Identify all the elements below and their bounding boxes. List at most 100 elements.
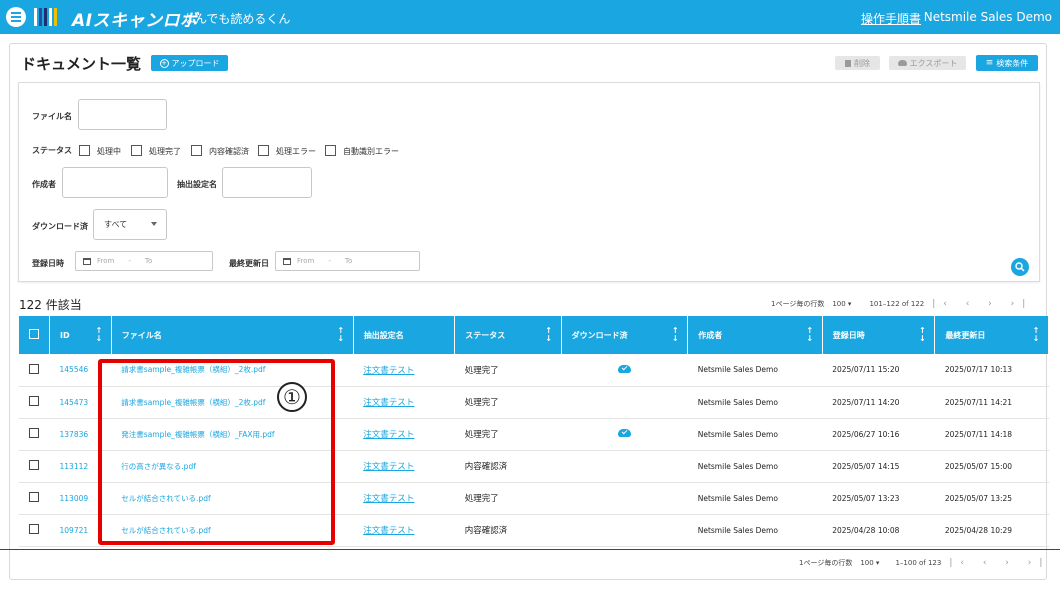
column-header-label: 登録日時: [832, 330, 865, 340]
row-status: 処理完了: [454, 386, 562, 419]
downloaded-select[interactable]: すべて: [93, 209, 167, 240]
status-checkbox-confirmed[interactable]: [191, 145, 202, 156]
row-status: 内容確認済: [454, 514, 562, 547]
creator-input[interactable]: [62, 167, 168, 198]
user-name: Netsmile Sales Demo: [923, 10, 1052, 24]
row-status: 内容確認済: [454, 450, 562, 483]
row-checkbox[interactable]: [29, 524, 39, 534]
sort-arrows-icon[interactable]: ↑ ↓: [337, 327, 345, 343]
creator-label: 作成者: [32, 180, 56, 189]
rows-per-page-select[interactable]: 100 ▾: [832, 300, 851, 308]
column-header-id[interactable]: ID ↑ ↓: [49, 316, 112, 354]
row-registered: 2025/05/07 13:23: [822, 482, 935, 515]
row-updated: 2025/05/07 15:00: [934, 450, 1049, 483]
status-checkbox-processing[interactable]: [79, 145, 90, 156]
column-header-creator[interactable]: 作成者 ↑ ↓: [687, 316, 823, 354]
sort-arrows-icon[interactable]: ↑ ↓: [1032, 327, 1040, 343]
sort-arrows-icon[interactable]: ↑ ↓: [95, 327, 103, 343]
rows-per-page-value: 100: [860, 559, 874, 567]
row-select-cell[interactable]: [19, 450, 50, 483]
status-checkbox-completed[interactable]: [131, 145, 142, 156]
export-button[interactable]: エクスポート: [889, 56, 966, 70]
cloud-check-icon: [617, 364, 631, 373]
extraction-setting-label: 抽出設定名: [177, 180, 217, 189]
status-option-completed: 処理完了: [149, 147, 181, 156]
row-updated: 2025/05/07 13:25: [934, 482, 1049, 515]
page-range: 1–100 of 123: [895, 559, 942, 567]
page-title: ドキュメント一覧: [21, 55, 142, 73]
row-creator: Netsmile Sales Demo: [687, 354, 823, 387]
registered-to: To: [144, 257, 153, 265]
top-bar: AIスキャンロボ なんでも読めるくん 操作手順書 Netsmile Sales …: [0, 0, 1060, 34]
result-count: 122 件該当: [19, 298, 82, 312]
column-header-updated[interactable]: 最終更新日 ↑ ↓: [934, 316, 1049, 354]
search-button[interactable]: [1011, 258, 1029, 276]
row-extraction-setting[interactable]: 注文書テスト: [353, 386, 455, 419]
row-downloaded: [561, 514, 688, 547]
row-select-cell[interactable]: [19, 386, 50, 419]
row-updated: 2025/07/17 10:13: [934, 354, 1049, 387]
status-label: ステータス: [32, 146, 72, 155]
page-range: 101–122 of 122: [869, 300, 925, 308]
search-conditions-button[interactable]: ≡ 検索条件: [976, 55, 1038, 71]
search-icon: [1015, 262, 1025, 272]
select-all-checkbox[interactable]: [29, 329, 39, 339]
registered-date-range[interactable]: From - To: [75, 251, 213, 271]
sort-arrows-icon[interactable]: ↑ ↓: [918, 327, 926, 343]
status-checkbox-error[interactable]: [258, 145, 269, 156]
registered-label: 登録日時: [32, 259, 64, 268]
row-extraction-setting[interactable]: 注文書テスト: [353, 354, 455, 387]
brand-name: AIスキャンロボ: [72, 11, 198, 31]
rows-per-page-select[interactable]: 100 ▾: [860, 559, 879, 567]
row-select-cell[interactable]: [19, 418, 50, 451]
delete-button[interactable]: 削除: [835, 56, 880, 70]
row-select-cell[interactable]: [19, 354, 50, 387]
upload-label: アップロード: [171, 58, 220, 68]
upload-button[interactable]: + アップロード: [151, 55, 228, 71]
sort-arrows-icon[interactable]: ↑ ↓: [806, 327, 814, 343]
manual-link[interactable]: 操作手順書: [861, 10, 921, 27]
search-conditions-label: 検索条件: [996, 58, 1029, 68]
row-select-cell[interactable]: [19, 514, 50, 547]
sort-arrows-icon[interactable]: ↑ ↓: [671, 327, 679, 343]
hamburger-menu-icon[interactable]: [6, 7, 26, 27]
row-extraction-setting[interactable]: 注文書テスト: [353, 482, 455, 515]
column-header-status[interactable]: ステータス ↑ ↓: [454, 316, 562, 354]
status-option-auto-id-error: 自動識別エラー: [343, 147, 399, 156]
bottom-pager: 1ページ毎の行数 100 ▾ 1–100 of 123 |‹ ‹ › ›|: [799, 558, 1050, 568]
status-checkbox-auto-id-error[interactable]: [325, 145, 336, 156]
pagination-nav-icons[interactable]: |‹ ‹ › ›|: [932, 299, 1033, 309]
row-extraction-setting[interactable]: 注文書テスト: [353, 450, 455, 483]
calendar-icon: [83, 257, 91, 265]
column-header-setting[interactable]: 抽出設定名: [353, 316, 456, 354]
select-all-header[interactable]: [19, 316, 50, 354]
file-name-input[interactable]: [78, 99, 167, 130]
registered-range-sep: -: [128, 257, 131, 265]
caret-down-icon: [151, 222, 157, 226]
row-registered: 2025/07/11 15:20: [822, 354, 935, 387]
row-checkbox[interactable]: [29, 396, 39, 406]
column-header-label: 抽出設定名: [363, 330, 404, 340]
column-header-label: ID: [60, 330, 70, 340]
column-header-filename[interactable]: ファイル名 ↑ ↓: [111, 316, 354, 354]
row-select-cell[interactable]: [19, 482, 50, 515]
row-checkbox[interactable]: [29, 363, 39, 374]
sort-arrows-icon[interactable]: ↑ ↓: [545, 327, 553, 343]
row-checkbox[interactable]: [29, 492, 39, 502]
column-header-label: ファイル名: [121, 330, 162, 340]
updated-date-range[interactable]: From - To: [275, 251, 420, 271]
annotation-marker: ①: [277, 382, 307, 412]
column-header-registered[interactable]: 登録日時 ↑ ↓: [822, 316, 936, 354]
pagination-nav-icons[interactable]: |‹ ‹ › ›|: [949, 558, 1050, 568]
row-extraction-setting[interactable]: 注文書テスト: [353, 418, 455, 451]
brand-tagline: なんでも読めるくん: [183, 12, 291, 26]
row-extraction-setting[interactable]: 注文書テスト: [353, 514, 455, 547]
row-checkbox[interactable]: [29, 460, 39, 470]
row-checkbox[interactable]: [29, 428, 39, 438]
updated-to: To: [344, 257, 353, 265]
downloaded-label: ダウンロード済: [32, 222, 88, 231]
column-header-downloaded[interactable]: ダウンロード済 ↑ ↓: [561, 316, 689, 354]
row-registered: 2025/06/27 10:16: [822, 418, 935, 451]
extraction-setting-input[interactable]: [222, 167, 312, 198]
plus-circle-icon: +: [159, 58, 169, 68]
